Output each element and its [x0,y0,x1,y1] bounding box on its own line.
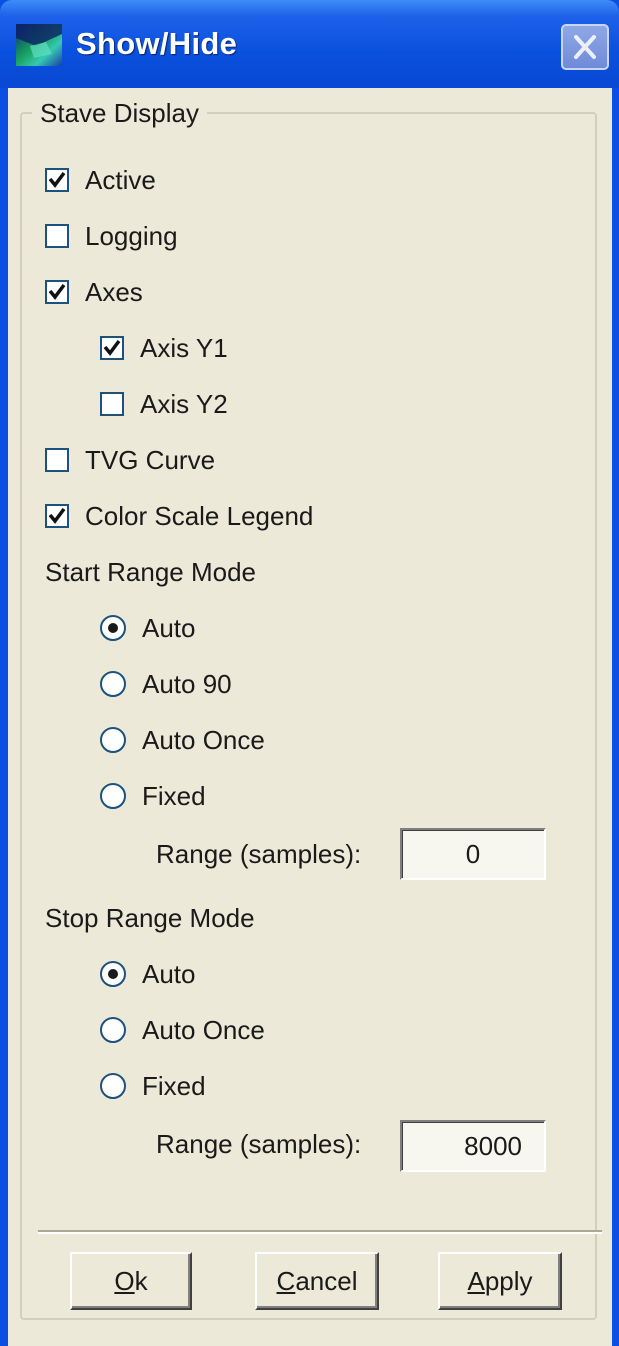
apply-button[interactable]: Apply [438,1252,562,1310]
radio-label: Auto Once [142,1014,265,1045]
radio-label: Fixed [142,1070,206,1101]
checkbox-label: Logging [85,220,178,251]
radio-button[interactable] [100,671,126,697]
checkbox-label: Color Scale Legend [85,500,314,531]
radio-label: Auto [142,612,196,643]
close-button[interactable] [561,24,609,70]
stop-radio-auto[interactable]: Auto [100,954,196,994]
checkbox-label: TVG Curve [85,444,216,475]
radio-label: Auto Once [142,724,265,755]
cancel-mnemonic: C [276,1265,296,1296]
stop-range-samples-label: Range (samples): [156,1129,362,1159]
cancel-label-rest: ancel [295,1265,358,1296]
show-hide-window: Show/Hide Stave Display Active Logging A… [0,0,619,1346]
checkbox-axis-y2[interactable]: Axis Y2 [100,384,228,424]
checkbox-label: Axis Y1 [140,332,228,363]
apply-mnemonic: A [467,1265,485,1296]
app-icon [16,24,62,66]
checkmark-icon [48,283,66,300]
start-radio-auto-once[interactable]: Auto Once [100,720,265,760]
stop-radio-fixed[interactable]: Fixed [100,1066,206,1106]
checkbox-tvg-curve[interactable]: TVG Curve [45,440,215,480]
start-range-mode-label: Start Range Mode [45,557,257,587]
checkbox-box[interactable] [45,448,69,472]
checkbox-label: Axis Y2 [140,388,228,419]
checkbox-box[interactable] [45,168,69,192]
radio-label: Auto 90 [142,668,232,699]
checkmark-icon [48,171,66,188]
radio-dot-icon [108,623,118,633]
checkbox-box[interactable] [45,224,69,248]
checkmark-icon [48,507,66,524]
checkbox-logging[interactable]: Logging [45,216,178,256]
title-bar[interactable]: Show/Hide [0,0,619,88]
radio-label: Fixed [142,780,206,811]
radio-button[interactable] [100,961,126,987]
checkbox-box[interactable] [45,504,69,528]
checkbox-label: Active [85,164,156,195]
start-radio-fixed[interactable]: Fixed [100,776,206,816]
start-range-samples-input[interactable]: 0 [400,828,546,880]
radio-dot-icon [108,969,118,979]
start-radio-auto[interactable]: Auto [100,608,196,648]
window-title: Show/Hide [76,26,238,61]
checkbox-active[interactable]: Active [45,160,156,200]
radio-label: Auto [142,958,196,989]
radio-button[interactable] [100,615,126,641]
checkbox-color-scale-legend[interactable]: Color Scale Legend [45,496,313,536]
apply-label-rest: pply [484,1265,533,1296]
cancel-button[interactable]: Cancel [255,1252,379,1310]
button-separator [38,1230,602,1234]
ok-button[interactable]: Ok [70,1252,192,1310]
radio-button[interactable] [100,727,126,753]
checkbox-axis-y1[interactable]: Axis Y1 [100,328,228,368]
stop-range-samples-input[interactable]: 8000 [400,1120,546,1172]
close-icon [574,35,596,59]
stop-range-mode-label: Stop Range Mode [45,903,255,933]
checkbox-box[interactable] [100,392,124,416]
checkbox-axes[interactable]: Axes [45,272,143,312]
checkbox-label: Axes [85,276,143,307]
stop-radio-auto-once[interactable]: Auto Once [100,1010,265,1050]
checkmark-icon [103,339,121,356]
start-range-samples-label: Range (samples): [156,839,362,869]
dialog-client-area: Stave Display Active Logging Axes Axis Y… [8,88,612,1346]
group-title: Stave Display [32,98,207,128]
radio-button[interactable] [100,1017,126,1043]
checkbox-box[interactable] [45,280,69,304]
ok-mnemonic: O [114,1265,135,1296]
radio-button[interactable] [100,1073,126,1099]
checkbox-box[interactable] [100,336,124,360]
radio-button[interactable] [100,783,126,809]
start-radio-auto-90[interactable]: Auto 90 [100,664,232,704]
ok-label-rest: k [134,1265,148,1296]
